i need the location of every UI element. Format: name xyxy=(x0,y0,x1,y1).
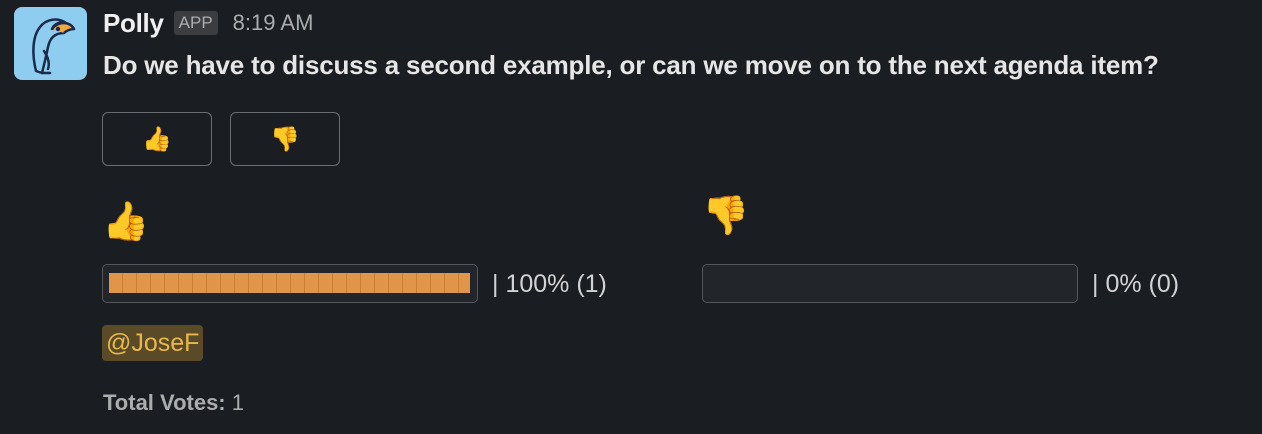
result-label-thumbs-up: | 100% (1) xyxy=(492,270,607,298)
timestamp[interactable]: 8:19 AM xyxy=(233,10,314,36)
poll-message: Polly APP 8:19 AM Do we have to discuss … xyxy=(0,0,1262,434)
total-votes: Total Votes: 1 xyxy=(103,390,244,416)
message-header: Polly APP 8:19 AM xyxy=(103,5,313,41)
parrot-icon xyxy=(32,18,76,75)
thumbs-down-icon: 👎 xyxy=(270,125,300,153)
result-bar-thumbs-down xyxy=(702,264,1078,303)
poll-question: Do we have to discuss a second example, … xyxy=(103,50,1159,80)
total-votes-value: 1 xyxy=(231,390,245,415)
vote-thumbs-down-button[interactable]: 👎 xyxy=(230,112,340,166)
vote-thumbs-up-button[interactable]: 👍 xyxy=(102,112,212,166)
result-bar-fill xyxy=(109,273,470,293)
polly-avatar[interactable] xyxy=(14,7,87,80)
result-bar-thumbs-up xyxy=(102,264,478,303)
thumbs-up-icon: 👍 xyxy=(102,199,150,243)
voter-mention[interactable]: @JoseF xyxy=(102,325,204,361)
sender-name[interactable]: Polly xyxy=(103,8,164,39)
thumbs-down-icon: 👎 xyxy=(702,193,750,237)
thumbs-up-icon: 👍 xyxy=(142,125,172,153)
total-votes-label: Total Votes: xyxy=(103,390,226,415)
result-label-thumbs-down: | 0% (0) xyxy=(1092,270,1180,298)
app-badge: APP xyxy=(173,11,218,35)
